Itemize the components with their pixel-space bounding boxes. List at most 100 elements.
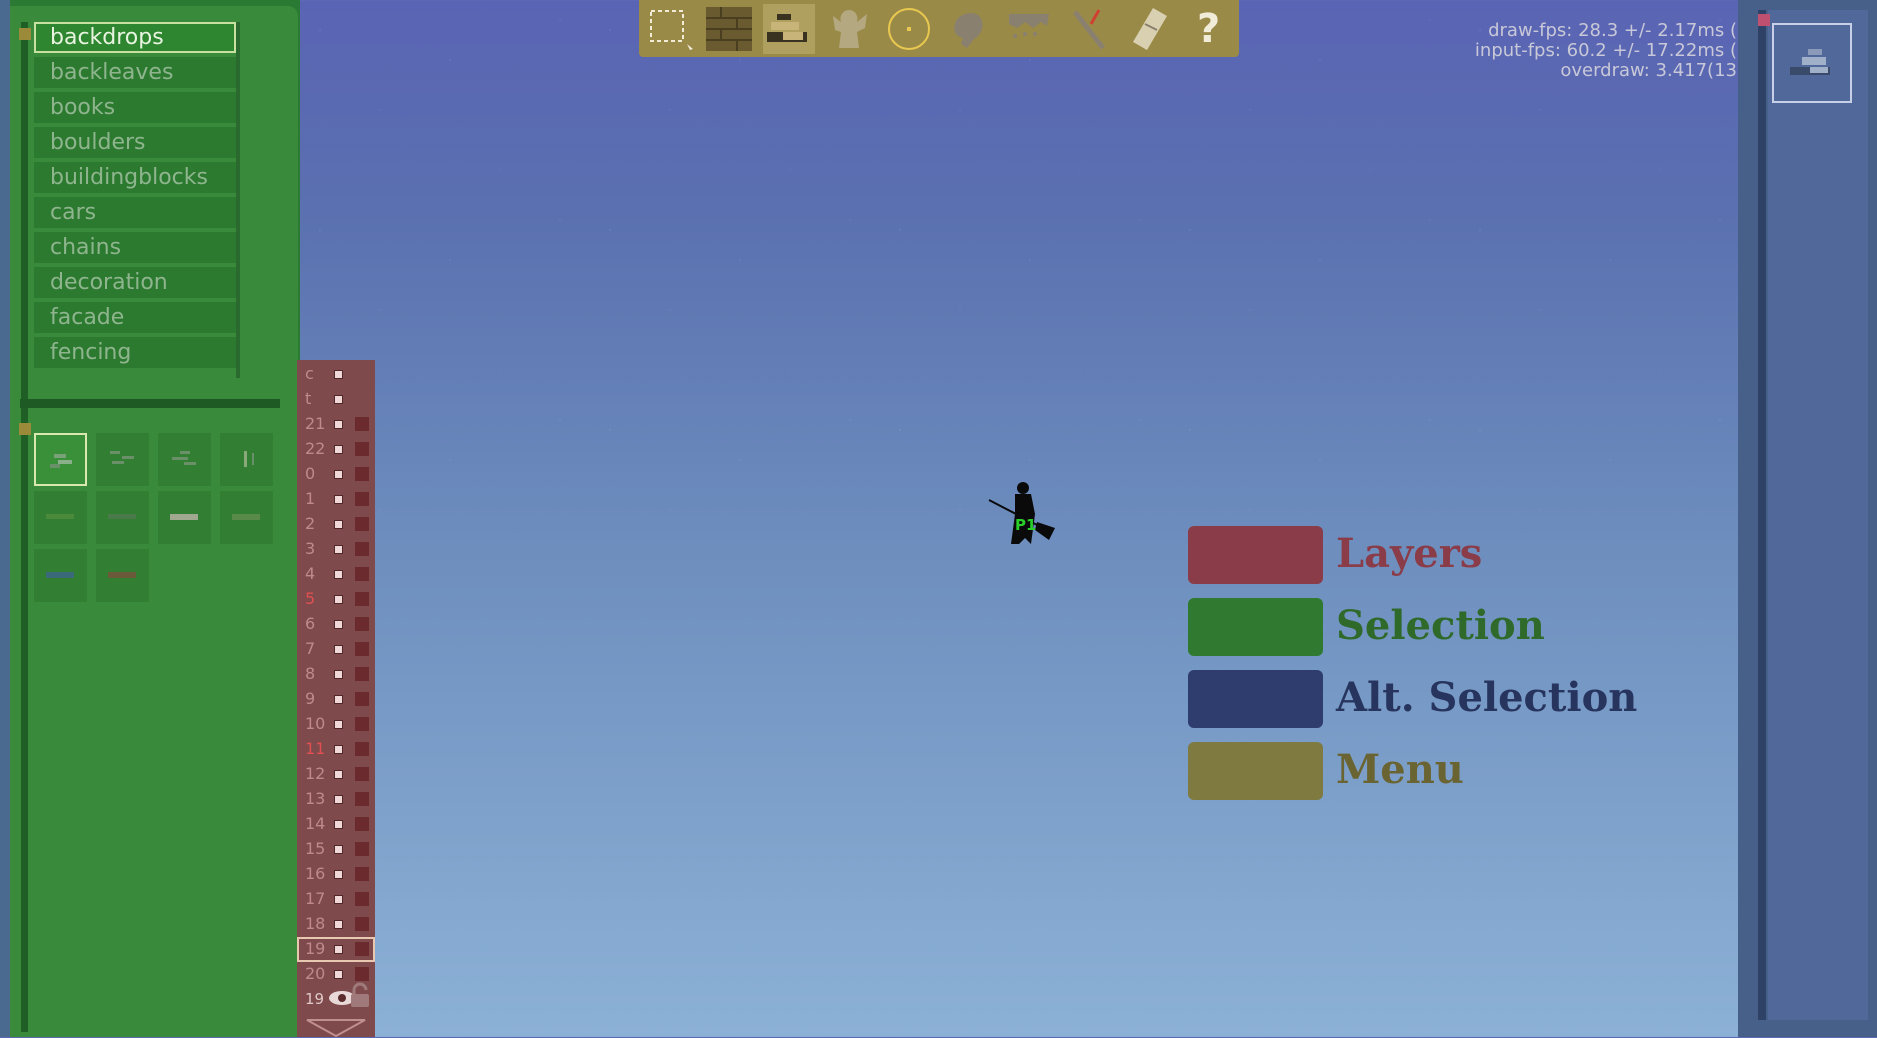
layer-lock-toggle[interactable] <box>355 492 369 506</box>
asset-thumb[interactable] <box>96 549 149 602</box>
asset-thumb[interactable] <box>220 491 273 544</box>
layer-visibility-toggle[interactable] <box>334 495 343 504</box>
player-character[interactable]: P1 <box>985 480 1065 550</box>
category-item[interactable]: chains <box>34 232 236 263</box>
help-tool-button[interactable]: ? <box>1183 4 1235 54</box>
category-item[interactable]: cars <box>34 197 236 228</box>
sword-tool-button[interactable] <box>1063 4 1115 54</box>
scroll-down-icon[interactable] <box>305 1018 367 1038</box>
layer-visibility-toggle[interactable] <box>334 595 343 604</box>
layer-row[interactable]: 5 <box>297 587 375 612</box>
layer-lock-toggle[interactable] <box>355 892 369 906</box>
layer-lock-toggle[interactable] <box>355 467 369 481</box>
layer-visibility-toggle[interactable] <box>334 520 343 529</box>
layer-visibility-toggle[interactable] <box>334 420 343 429</box>
layer-row[interactable]: 12 <box>297 762 375 787</box>
area-tool-button[interactable] <box>1003 4 1055 54</box>
layer-lock-toggle[interactable] <box>355 417 369 431</box>
layer-visibility-toggle[interactable] <box>334 970 343 979</box>
layer-visibility-toggle[interactable] <box>334 545 343 554</box>
category-item[interactable]: backdrops <box>34 22 236 53</box>
layer-row[interactable]: 7 <box>297 637 375 662</box>
layer-visibility-toggle[interactable] <box>334 845 343 854</box>
layer-visibility-toggle[interactable] <box>334 745 343 754</box>
creature-tool-button[interactable] <box>823 4 875 54</box>
layer-row[interactable]: c <box>297 362 375 387</box>
category-item[interactable]: buildingblocks <box>34 162 236 193</box>
layer-row[interactable]: 21 <box>297 412 375 437</box>
layer-lock-toggle[interactable] <box>355 742 369 756</box>
sound-tool-button[interactable] <box>943 4 995 54</box>
layer-lock-toggle[interactable] <box>355 592 369 606</box>
layer-row[interactable]: 9 <box>297 687 375 712</box>
layer-visibility-toggle[interactable] <box>334 870 343 879</box>
category-item[interactable]: boulders <box>34 127 236 158</box>
layer-visibility-toggle[interactable] <box>334 570 343 579</box>
layer-row[interactable]: t <box>297 387 375 412</box>
layer-row[interactable]: 11 <box>297 737 375 762</box>
layer-lock-toggle[interactable] <box>355 917 369 931</box>
asset-thumb[interactable] <box>34 549 87 602</box>
layer-row[interactable]: 20 <box>297 962 375 987</box>
layer-row[interactable]: 10 <box>297 712 375 737</box>
layer-row[interactable]: 2 <box>297 512 375 537</box>
layer-visibility-toggle[interactable] <box>334 770 343 779</box>
layer-row[interactable]: 19 <box>297 937 375 962</box>
tiles-tool-button[interactable] <box>703 4 755 54</box>
layer-lock-toggle[interactable] <box>355 517 369 531</box>
category-item[interactable]: books <box>34 92 236 123</box>
props-tool-button[interactable] <box>763 4 815 54</box>
layer-visibility-toggle[interactable] <box>334 395 343 404</box>
layer-visibility-toggle[interactable] <box>334 695 343 704</box>
asset-thumb[interactable] <box>34 491 87 544</box>
category-item[interactable]: fencing <box>34 337 236 368</box>
category-item[interactable]: facade <box>34 302 236 333</box>
layer-row[interactable]: 16 <box>297 862 375 887</box>
layer-lock-toggle[interactable] <box>355 617 369 631</box>
layer-lock-toggle[interactable] <box>355 542 369 556</box>
layer-visibility-toggle[interactable] <box>334 645 343 654</box>
layer-visibility-toggle[interactable] <box>334 920 343 929</box>
point-tool-button[interactable] <box>883 4 935 54</box>
layer-visibility-toggle[interactable] <box>334 470 343 479</box>
category-scrollbar[interactable] <box>236 22 240 378</box>
layer-row[interactable]: 18 <box>297 912 375 937</box>
layer-row[interactable]: 15 <box>297 837 375 862</box>
layer-lock-toggle[interactable] <box>355 692 369 706</box>
layer-visibility-toggle[interactable] <box>334 795 343 804</box>
layer-row[interactable]: 4 <box>297 562 375 587</box>
layer-visibility-toggle[interactable] <box>334 670 343 679</box>
layer-lock-toggle[interactable] <box>355 642 369 656</box>
layer-lock-toggle[interactable] <box>355 967 369 981</box>
layer-lock-toggle[interactable] <box>355 842 369 856</box>
layer-lock-toggle[interactable] <box>355 942 369 956</box>
layer-visibility-toggle[interactable] <box>334 895 343 904</box>
layer-row[interactable]: 22 <box>297 437 375 462</box>
layer-visibility-toggle[interactable] <box>334 445 343 454</box>
asset-thumb[interactable] <box>34 433 87 486</box>
select-tool-button[interactable] <box>643 4 695 54</box>
asset-thumb[interactable] <box>96 491 149 544</box>
layer-lock-toggle[interactable] <box>355 717 369 731</box>
asset-thumb[interactable] <box>220 433 273 486</box>
layer-visibility-toggle[interactable] <box>334 620 343 629</box>
layer-lock-toggle[interactable] <box>355 567 369 581</box>
layer-lock-toggle[interactable] <box>355 867 369 881</box>
layer-visibility-toggle[interactable] <box>334 720 343 729</box>
category-item[interactable]: backleaves <box>34 57 236 88</box>
asset-thumb[interactable] <box>96 433 149 486</box>
layer-lock-toggle[interactable] <box>355 817 369 831</box>
layer-row[interactable]: 1 <box>297 487 375 512</box>
category-item[interactable]: decoration <box>34 267 236 298</box>
layer-row[interactable]: 3 <box>297 537 375 562</box>
layer-visibility-toggle[interactable] <box>334 370 343 379</box>
layer-row[interactable]: 17 <box>297 887 375 912</box>
layer-row[interactable]: 6 <box>297 612 375 637</box>
scroll-tool-button[interactable] <box>1123 4 1175 54</box>
asset-thumb[interactable] <box>158 433 211 486</box>
layer-visibility-toggle[interactable] <box>334 945 343 954</box>
layer-lock-toggle[interactable] <box>355 442 369 456</box>
layer-row[interactable]: 13 <box>297 787 375 812</box>
asset-thumb[interactable] <box>158 491 211 544</box>
layer-lock-toggle[interactable] <box>355 792 369 806</box>
